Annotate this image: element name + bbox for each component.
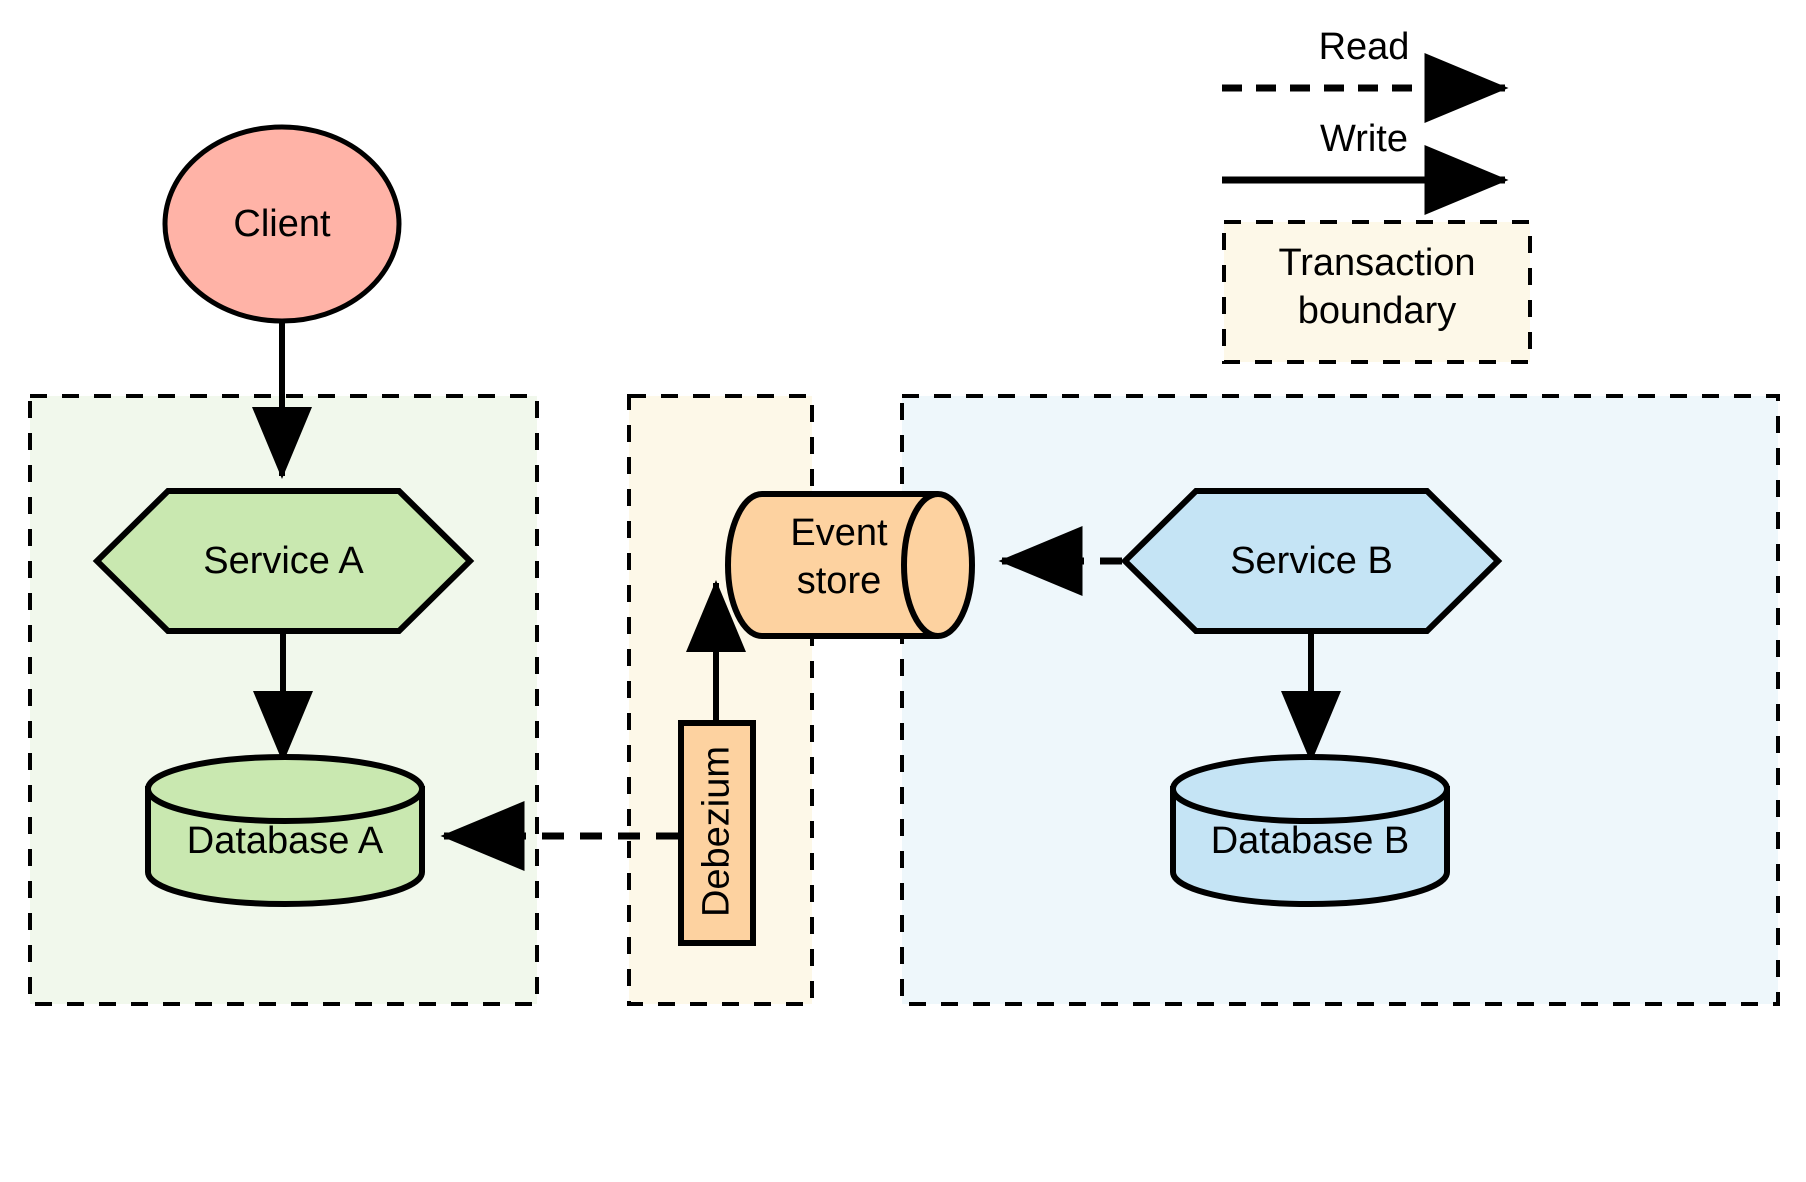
boundary-right xyxy=(900,394,1780,1006)
diagram-canvas: Read Write Transaction boundary Client S… xyxy=(0,0,1806,1182)
service-a-node-shape[interactable] xyxy=(92,488,475,634)
service-b-node-shape[interactable] xyxy=(1120,488,1503,634)
diagram-shapes xyxy=(28,53,1780,1006)
debezium-label: Debezium xyxy=(695,745,738,918)
database-b-top-ellipse xyxy=(1170,754,1450,824)
client-node-shape[interactable] xyxy=(162,124,402,324)
event-store-node-shape[interactable] xyxy=(725,491,975,639)
legend-boundary-swatch xyxy=(1222,220,1532,364)
database-a-top-ellipse xyxy=(145,754,425,824)
